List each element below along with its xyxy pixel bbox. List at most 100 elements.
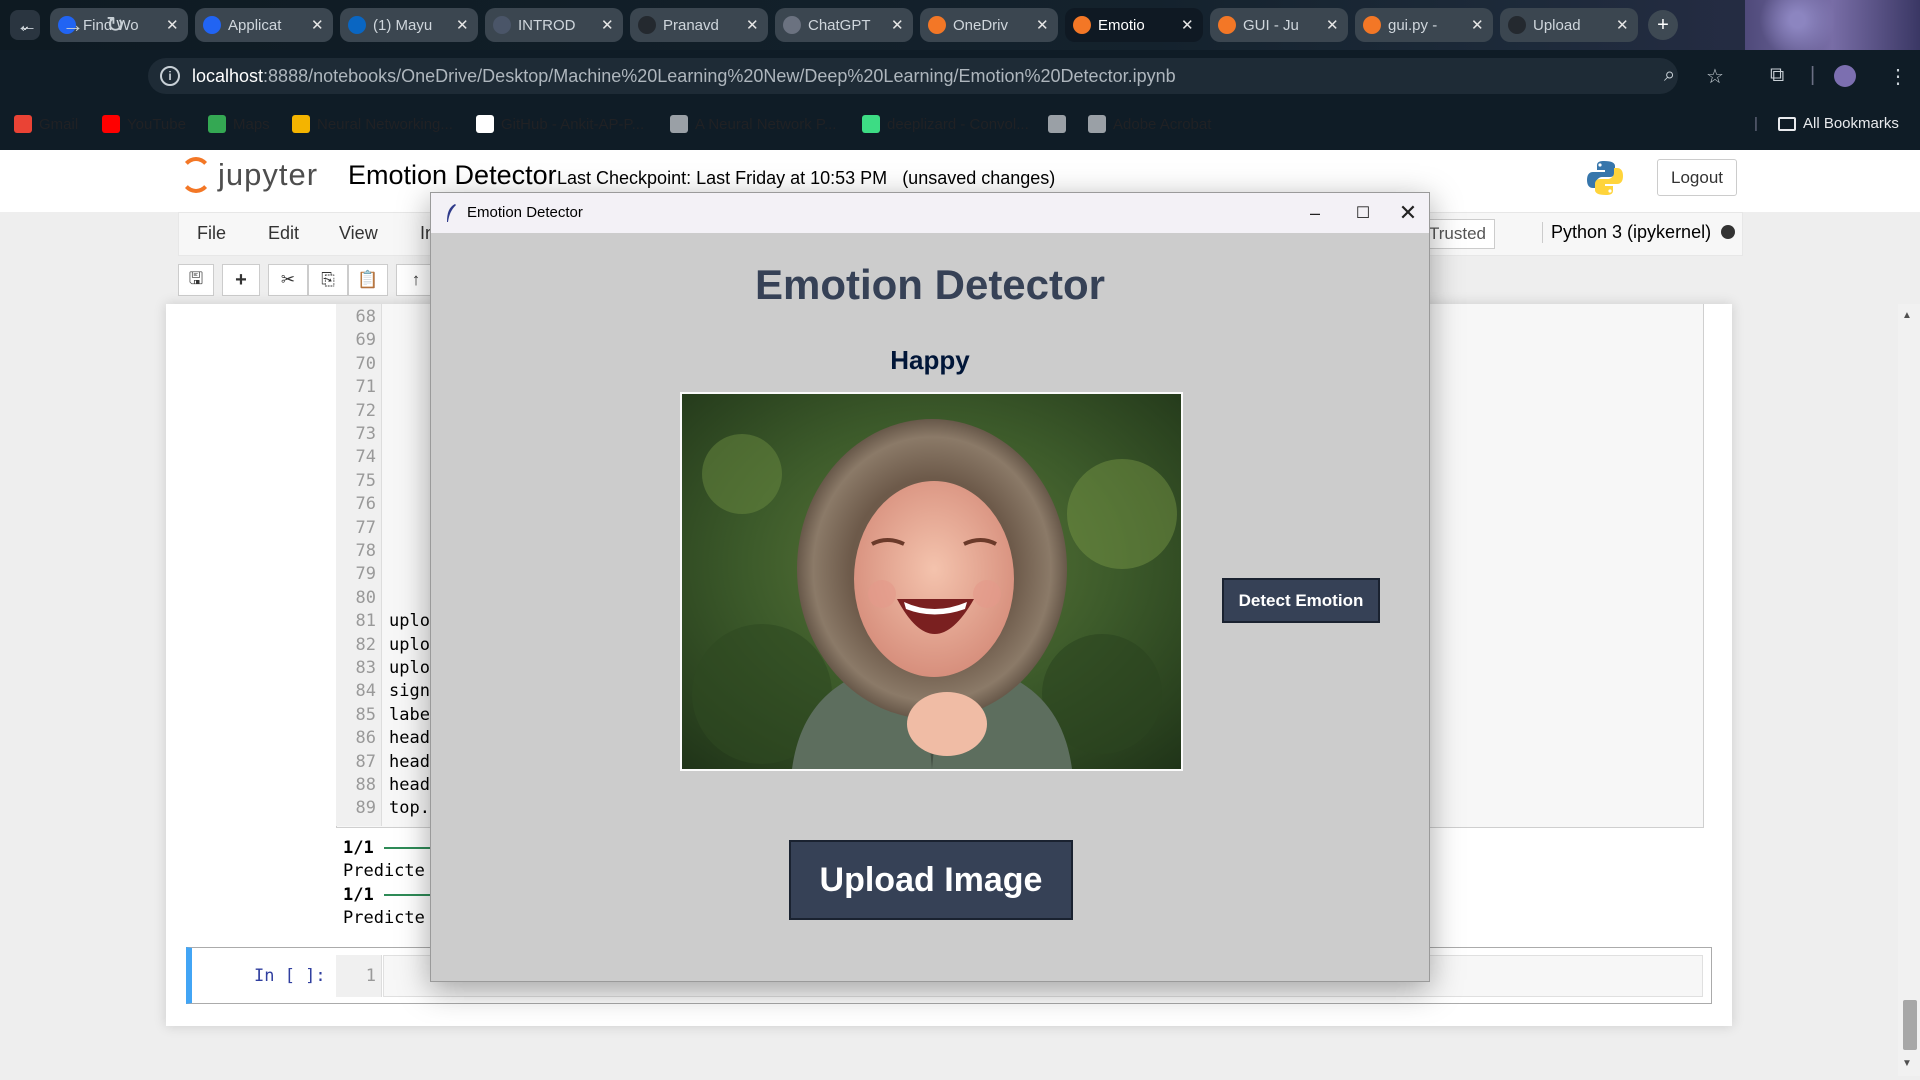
kernel-name[interactable]: Python 3 (ipykernel) <box>1542 222 1711 243</box>
scrollbar-thumb[interactable] <box>1903 1000 1917 1050</box>
bookmark-item[interactable]: A Neural Network P... <box>670 115 836 133</box>
bookmark-item[interactable]: deeplizard - Convol... <box>862 115 1029 133</box>
youtube-icon <box>102 115 120 133</box>
bookmark-item[interactable]: Adobe Acrobat <box>1088 115 1211 133</box>
menu-file[interactable]: File <box>197 223 226 244</box>
tab-label: (1) Mayu <box>373 16 433 34</box>
bookmark-item[interactable]: GitHub - Ankit-AP-P... <box>476 115 644 133</box>
code-line[interactable]: head <box>389 728 430 748</box>
code-line[interactable]: sign <box>389 681 430 701</box>
back-icon[interactable]: ← <box>16 12 38 38</box>
menu-view[interactable]: View <box>339 223 378 244</box>
window-title: Emotion Detector <box>467 204 583 221</box>
bookmark-label: Adobe Acrobat <box>1113 115 1212 133</box>
site-info-icon[interactable]: i <box>160 66 180 86</box>
code-line[interactable]: head <box>389 775 430 795</box>
code-line[interactable]: uplo <box>389 658 430 678</box>
browser-tab[interactable]: Applicat ✕ <box>195 8 333 42</box>
line-number: 78 <box>355 541 376 561</box>
extensions-icon[interactable]: ⧉ <box>1770 64 1784 87</box>
address-bar[interactable]: i localhost:8888/notebooks/OneDrive/Desk… <box>148 58 1678 94</box>
tab-label: gui.py - <box>1388 16 1438 34</box>
close-icon[interactable]: ✕ <box>1386 199 1430 227</box>
bookmark-item[interactable]: Gmail <box>14 115 78 133</box>
scroll-down-arrow-icon[interactable]: ▼ <box>1902 1058 1912 1069</box>
line-number: 70 <box>355 353 376 374</box>
new-tab-button[interactable]: + <box>1648 10 1678 40</box>
jupyter-logo[interactable]: jupyter <box>180 157 318 193</box>
tab-close-icon[interactable]: ✕ <box>456 16 470 34</box>
bookmark-item[interactable]: Neural Networking... <box>292 115 453 133</box>
forward-icon[interactable]: → <box>62 12 84 38</box>
menu-kebab-icon[interactable]: ⋮ <box>1888 64 1908 89</box>
tab-close-icon[interactable]: ✕ <box>746 16 760 34</box>
tk-feather-icon <box>447 204 456 222</box>
uploaded-image-frame <box>680 392 1183 771</box>
bookmark-item[interactable]: YouTube <box>102 115 186 133</box>
copy-icon[interactable]: ⎘ <box>308 264 348 296</box>
line-number: 86 <box>355 728 376 749</box>
tab-label: OneDriv <box>953 16 1009 34</box>
reload-icon[interactable]: ↻ <box>106 12 124 38</box>
tab-close-icon[interactable]: ✕ <box>1471 16 1485 34</box>
all-bookmarks[interactable]: All Bookmarks <box>1778 115 1899 132</box>
line-number: 74 <box>355 447 376 468</box>
bookmark-label: GitHub - Ankit-AP-P... <box>501 115 645 133</box>
profile-avatar[interactable] <box>1834 65 1856 87</box>
line-number: 80 <box>355 587 376 608</box>
code-line[interactable]: uplo <box>389 635 430 655</box>
tab-close-icon[interactable]: ✕ <box>891 16 905 34</box>
browser-tab[interactable]: Emotio ✕ <box>1065 8 1203 42</box>
notebook-title[interactable]: Emotion Detector <box>348 160 557 191</box>
insert-cell-icon[interactable]: + <box>222 264 260 296</box>
line-number: 72 <box>355 400 376 421</box>
code-line[interactable]: labe <box>389 705 430 725</box>
tab-close-icon[interactable]: ✕ <box>1036 16 1050 34</box>
emotion-detector-window: Emotion Detector – ☐ ✕ Emotion Detector … <box>430 192 1430 982</box>
line-number: 81 <box>355 611 376 632</box>
browser-tab[interactable]: (1) Mayu ✕ <box>340 8 478 42</box>
tab-close-icon[interactable]: ✕ <box>166 16 180 34</box>
browser-tab[interactable]: OneDriv ✕ <box>920 8 1058 42</box>
page-scrollbar[interactable] <box>1898 304 1920 1076</box>
tab-close-icon[interactable]: ✕ <box>601 16 615 34</box>
browser-tab[interactable]: INTROD ✕ <box>485 8 623 42</box>
paste-icon[interactable]: 📋 <box>348 264 388 296</box>
cut-icon[interactable]: ✂ <box>268 264 308 296</box>
zoom-icon[interactable]: ⌕ <box>1664 64 1675 87</box>
folder-icon <box>1778 116 1796 131</box>
browser-tab[interactable]: Upload ✕ <box>1500 8 1638 42</box>
tab-close-icon[interactable]: ✕ <box>1181 16 1195 34</box>
upload-image-button[interactable]: Upload Image <box>789 840 1073 920</box>
code-line[interactable]: top. <box>389 798 430 818</box>
logout-button[interactable]: Logout <box>1657 159 1737 196</box>
bookmark-icon <box>292 115 310 133</box>
code-line[interactable]: uplo <box>389 611 430 631</box>
scroll-up-arrow-icon[interactable]: ▲ <box>1902 310 1912 321</box>
line-number: 79 <box>355 564 376 585</box>
output-text: Predicte <box>343 861 425 881</box>
browser-tab[interactable]: GUI - Ju ✕ <box>1210 8 1348 42</box>
globe-icon <box>1088 115 1106 133</box>
bookmark-item[interactable]: Maps <box>208 115 270 133</box>
address-host: localhost <box>192 65 264 86</box>
bookmark-item[interactable] <box>1048 115 1073 133</box>
detect-emotion-button[interactable]: Detect Emotion <box>1222 578 1380 623</box>
minimize-icon[interactable]: – <box>1293 199 1337 227</box>
save-icon[interactable]: 🖫 <box>178 264 214 296</box>
tab-close-icon[interactable]: ✕ <box>1326 16 1340 34</box>
output-progress: 1/1 <box>343 885 444 905</box>
maximize-icon[interactable]: ☐ <box>1341 199 1385 227</box>
code-line[interactable]: head <box>389 752 430 772</box>
trusted-indicator[interactable]: Trusted <box>1420 219 1496 249</box>
tab-close-icon[interactable]: ✕ <box>1616 16 1630 34</box>
github-icon <box>638 16 656 34</box>
tab-close-icon[interactable]: ✕ <box>311 16 325 34</box>
bookmark-star-icon[interactable]: ☆ <box>1706 64 1724 89</box>
line-number: 73 <box>355 424 376 444</box>
browser-tab[interactable]: gui.py - ✕ <box>1355 8 1493 42</box>
browser-tab[interactable]: ChatGPT ✕ <box>775 8 913 42</box>
lizard-icon <box>862 115 880 133</box>
browser-tab[interactable]: Pranavd ✕ <box>630 8 768 42</box>
menu-edit[interactable]: Edit <box>268 223 299 244</box>
